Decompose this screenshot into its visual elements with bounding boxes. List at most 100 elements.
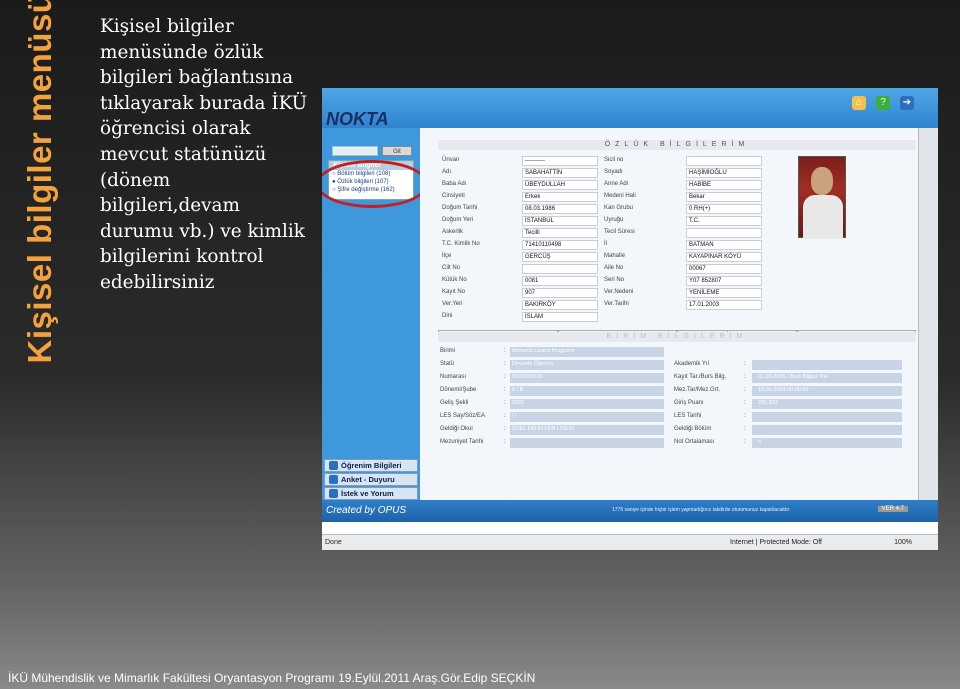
description-line: mevcut statünüzü xyxy=(100,143,267,165)
field-value: T.C. xyxy=(686,216,762,226)
ozluk-row: Kayıt No 907 Ver.Nedeni YENİLEME xyxy=(438,288,916,299)
nav-anket-button[interactable]: Anket - Duyuru xyxy=(324,473,418,486)
field-value: 295,822 xyxy=(758,400,778,406)
field-label: Aile No xyxy=(604,265,624,271)
field-value: 15.06.2004 00:00:00 xyxy=(758,387,809,393)
field-value: 907 xyxy=(522,288,598,298)
field-label: Baba Adı xyxy=(442,181,467,187)
field-label: Mahalle xyxy=(604,253,626,259)
field-value: ---------- xyxy=(522,156,598,166)
status-zoom[interactable]: 100% xyxy=(894,539,912,546)
top-icons: ⌂ ? ➔ xyxy=(852,96,914,110)
message-icon xyxy=(329,489,338,498)
help-icon[interactable]: ? xyxy=(876,96,890,110)
field-value: HAŞİMİOĞLU xyxy=(686,168,762,178)
birim-row: Birimi: Mimarlık Lisans Programı xyxy=(438,346,916,358)
side-title-text: Kişisel bilgiler menüsü xyxy=(21,0,58,364)
birim-row: LES Say/Söz/EA: / / LES Tarihi: xyxy=(438,411,916,423)
scrollbar[interactable] xyxy=(918,128,938,500)
browser-screenshot: NOKTA ⌂ ? ➔ Git Kişisel Bilgiler ○ Bölüm… xyxy=(322,88,938,550)
field-value: 01.09.2005 / Burs Bilgisi Yok xyxy=(758,374,828,380)
ozluk-section: ÖZLÜK BİLGİLERİM Ünvan ---------- Sicil no… xyxy=(438,140,916,340)
slide-description: Kişisel bilgiler menüsünde özlük bilgileri… xyxy=(100,14,315,296)
field-label: Askerlik xyxy=(442,229,464,235)
ozluk-row: Ver.Yeri BAKIRKÖY Ver.Tarihi 17.01.2003 xyxy=(438,300,916,311)
slide-footer: İKÜ Mühendislik ve Mimarlık Fakültesi Or… xyxy=(8,671,536,685)
field-value: 4 xyxy=(758,439,762,445)
ozluk-row: T.C. Kimlik No 71410110498 İl BATMAN xyxy=(438,240,916,251)
student-photo xyxy=(798,156,846,239)
quick-search-input[interactable] xyxy=(332,146,378,156)
field-label: LES Tarihi xyxy=(674,413,702,419)
field-label: Adı xyxy=(442,169,452,175)
field-label: Giriş Puanı xyxy=(674,400,704,406)
field-label: Kayıt No xyxy=(442,289,466,295)
ozluk-title: ÖZLÜK BİLGİLERİM xyxy=(438,140,916,150)
field-value xyxy=(686,228,762,238)
description-line: bilgilerini kontrol xyxy=(100,246,264,268)
field-value: KAYAPINAR KÖYÜ xyxy=(686,252,762,262)
field-label: Doğum Tarihi xyxy=(442,205,478,211)
description-line: bilgileri,devam xyxy=(100,195,240,217)
field-label: Sicil no xyxy=(604,157,624,163)
field-label: Anne Adı xyxy=(604,181,629,187)
slide-side-title: Kişisel bilgiler menüsü xyxy=(0,0,80,364)
field-label: Kütük No xyxy=(442,277,467,283)
main-content: ÖZLÜK BİLGİLERİM Ünvan ---------- Sicil no… xyxy=(420,128,918,500)
field-value: SABAHATTİN xyxy=(522,168,598,178)
nokta-logo: NOKTA xyxy=(326,109,389,129)
go-button[interactable]: Git xyxy=(382,146,412,156)
birim-row: Geldiği Okul: ÖZEL FATİH FEN LİSESİ Geldiğ… xyxy=(438,424,916,436)
field-label: Ver.Tarihi xyxy=(604,301,629,307)
field-value: YENİLEME xyxy=(686,288,762,298)
field-label: Statü xyxy=(440,361,455,367)
field-value: 6 / B xyxy=(512,387,524,393)
field-value: Mimarlık Lisans Programı xyxy=(512,348,575,354)
field-label: İlçe xyxy=(442,253,452,259)
field-value: 00067 xyxy=(686,264,762,274)
field-value xyxy=(686,156,762,166)
birim-row: Mezuniyet Tarihi: Not Ortalaması:4 xyxy=(438,437,916,449)
description-line: Kişisel bilgiler xyxy=(100,16,234,37)
description-line: edebilirsiniz xyxy=(100,271,215,293)
field-label: Cilt No xyxy=(442,265,461,271)
field-label: Not Ortalaması xyxy=(674,439,715,445)
ozluk-row: Dini İSLAM xyxy=(438,312,916,323)
field-label: Cinsiyeti xyxy=(442,193,465,199)
field-value: ÖSS xyxy=(512,400,524,406)
field-value: 0 RH(+) xyxy=(686,204,762,214)
field-value: BAKIRKÖY xyxy=(522,300,598,310)
session-message: 1775 saniye içinde hiçbir işlem yapmadığ… xyxy=(612,507,790,513)
nav-ogrenim-button[interactable]: Öğrenim Bilgileri xyxy=(324,459,418,472)
field-value: Tecilli xyxy=(522,228,598,238)
field-value: Devamlı Öğrenci xyxy=(512,361,553,367)
home-icon[interactable]: ⌂ xyxy=(852,96,866,110)
ozluk-row: İlçe GERCÜŞ Mahalle KAYAPINAR KÖYÜ xyxy=(438,252,916,263)
field-label: Numarası xyxy=(440,374,467,380)
field-label: İl xyxy=(604,241,607,247)
exit-icon[interactable]: ➔ xyxy=(900,96,914,110)
check-icon xyxy=(329,475,338,484)
field-label: Seri No xyxy=(604,277,625,283)
ozluk-row: Cilt No Aile No 00067 xyxy=(438,264,916,275)
field-value: Bekar xyxy=(686,192,762,202)
field-value xyxy=(522,264,598,274)
field-label: Uyruğu xyxy=(604,217,624,223)
field-label: Dini xyxy=(442,313,453,319)
status-zone: Internet | Protected Mode: Off xyxy=(730,539,822,546)
status-done: Done xyxy=(325,539,342,546)
field-value: 17.01.2003 xyxy=(686,300,762,310)
field-value: İSTANBUL xyxy=(522,216,598,226)
field-value: 08.03.1986 xyxy=(522,204,598,214)
created-by: Created by OPUS xyxy=(326,505,407,516)
field-label: Geldiği Okul xyxy=(440,426,473,432)
field-value: HABİBE xyxy=(686,180,762,190)
field-value: 71410110498 xyxy=(522,240,598,250)
birim-row: Geliş Şekli: ÖSS Giriş Puanı:295,822 xyxy=(438,398,916,410)
nav-istek-button[interactable]: İstek ve Yorum xyxy=(324,487,418,500)
version-badge: VER 4.7 xyxy=(877,506,908,512)
description-line: bilgileri bağlantısına xyxy=(100,67,294,89)
description-line: durumu vb.) ve kimlik xyxy=(100,220,305,242)
field-label: Geldiği Bölüm xyxy=(674,426,712,432)
description-line: tıklayarak burada İKÜ xyxy=(100,92,308,114)
